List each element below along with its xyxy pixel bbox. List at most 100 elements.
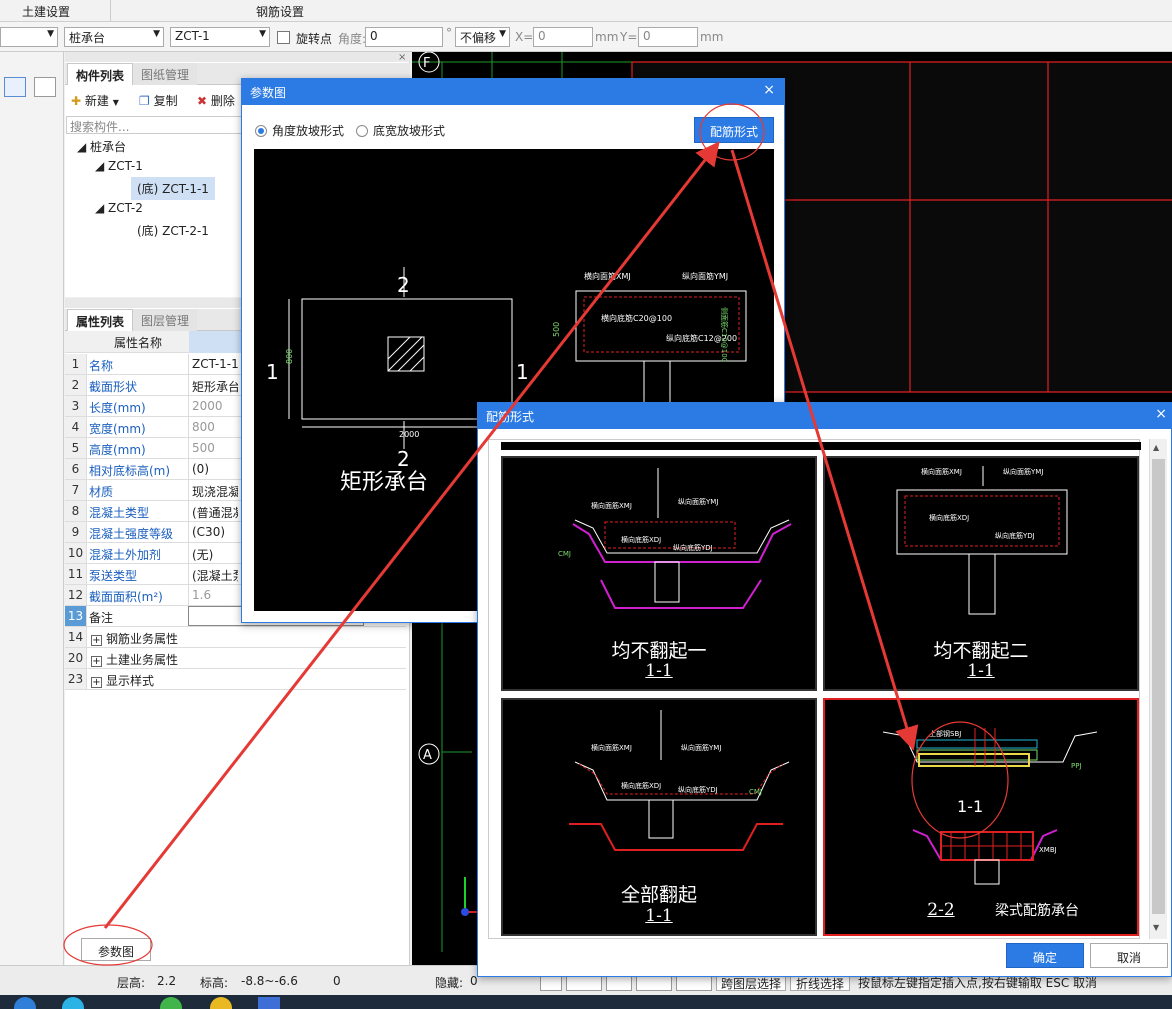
property-name: 名称 <box>89 359 114 373</box>
delete-label: 删除 <box>210 94 235 108</box>
chevron-down-icon: ▼ <box>112 98 119 107</box>
search-component-input[interactable]: 搜索构件... <box>66 116 246 134</box>
close-icon[interactable]: × <box>763 82 775 98</box>
option-4-section-1: 1-1 <box>957 797 983 816</box>
scroll-down-icon[interactable]: ▼ <box>1153 923 1159 932</box>
taskbar-app-icon[interactable] <box>210 997 232 1009</box>
dim-depth: 500 <box>552 322 561 337</box>
param-diagram-button[interactable]: 参数图 <box>81 938 151 961</box>
tree-root-label: 桩承台 <box>90 140 127 154</box>
expand-icon[interactable]: + <box>91 656 102 667</box>
offset-mode-select[interactable]: 不偏移 ▼ <box>455 27 510 47</box>
radio-width-slope[interactable]: 底宽放坡形式 <box>356 122 445 139</box>
y-input[interactable]: 0 <box>638 27 698 47</box>
chevron-down-icon: ▼ <box>47 29 54 39</box>
mm-unit-1: mm <box>595 30 619 44</box>
tab-layer-management[interactable]: 图层管理 <box>133 309 198 331</box>
draw-toolbar: ▼ 桩承台 ▼ ZCT-1 ▼ 旋转点 角度: 0 ° 不偏移 ▼ X= 0 mm Y… <box>0 22 1172 52</box>
property-group-row[interactable]: 20 + 土建业务属性 <box>65 648 406 669</box>
close-icon[interactable]: × <box>1155 406 1167 422</box>
property-value[interactable]: (普通混凝 <box>188 501 238 521</box>
tree-item-zct-1-1[interactable]: (底) ZCT-1-1 <box>131 177 215 200</box>
option-1-name: 均不翻起一 <box>611 640 707 662</box>
close-icon[interactable]: × <box>398 52 406 63</box>
radio-angle-slope[interactable]: 角度放坡形式 <box>255 122 344 139</box>
property-value[interactable]: 800 <box>188 417 238 437</box>
component-type-select[interactable]: 桩承台 ▼ <box>64 27 164 47</box>
x-input[interactable]: 0 <box>533 27 593 47</box>
radio-width-label: 底宽放坡形式 <box>373 124 446 138</box>
cancel-button[interactable]: 取消 <box>1090 943 1168 968</box>
expand-icon[interactable]: + <box>91 635 102 646</box>
axis-a-label: A <box>423 748 432 763</box>
tab-property-list[interactable]: 属性列表 <box>67 309 134 331</box>
label-top-y-rebar: 纵向面筋YMJ <box>682 271 728 281</box>
rebar-option-4-selected[interactable]: 上部钢SBJ PPJ 1-1 XMBJ 2-2 梁式配筋承台 <box>823 698 1139 936</box>
scrollbar-thumb[interactable] <box>1152 459 1165 914</box>
new-button[interactable]: ✚ 新建 ▼ <box>71 92 119 109</box>
rotate-point-checkbox[interactable] <box>277 31 290 44</box>
param-dialog-titlebar: 参数图 × <box>242 79 784 105</box>
property-value[interactable]: (混凝土泵 <box>188 564 238 584</box>
tab-component-list[interactable]: 构件列表 <box>67 63 134 85</box>
taskbar-app-icon[interactable] <box>160 997 182 1009</box>
scroll-up-icon[interactable]: ▲ <box>1153 443 1159 452</box>
component-name-value: ZCT-1 <box>175 29 210 43</box>
taskbar-app-icon[interactable] <box>14 997 36 1009</box>
option-1-xdj: 横向底筋XDJ <box>621 535 661 544</box>
vertical-scrollbar[interactable]: ▲ ▼ <box>1149 439 1167 939</box>
property-name: 备注 <box>89 611 114 625</box>
option-1-ymj: 纵向面筋YMJ <box>678 497 718 506</box>
copy-icon: ❐ <box>139 94 150 108</box>
tree-group-1-label: ZCT-1 <box>108 159 143 173</box>
detail-view-icon[interactable] <box>34 77 56 97</box>
dim-height: 800 <box>285 349 294 364</box>
property-value[interactable]: (无) <box>188 543 238 563</box>
label-bottom-x-rebar: 横向底筋C20@100 <box>601 313 672 323</box>
delete-button[interactable]: ✖ 删除 <box>197 92 235 109</box>
tree-item-zct-2-1[interactable]: (底) ZCT-2-1 <box>137 222 209 239</box>
floor-select[interactable]: ▼ <box>0 27 58 47</box>
copy-button[interactable]: ❐ 复制 <box>139 92 178 109</box>
property-value[interactable]: 1.6 <box>188 585 238 605</box>
option-2-section: 1-1 <box>967 661 995 681</box>
property-value[interactable]: 500 <box>188 438 238 458</box>
label-side-rebar: 侧面筋C10@100 <box>720 307 729 362</box>
component-name-select[interactable]: ZCT-1 ▼ <box>170 27 270 47</box>
property-value[interactable]: (C30) <box>188 522 238 542</box>
property-name: 高度(mm) <box>89 443 146 457</box>
mm-unit-2: mm <box>700 30 724 44</box>
property-value[interactable]: (0) <box>188 459 238 479</box>
property-group-row[interactable]: 23 + 显示样式 <box>65 669 406 690</box>
taskbar-app-icon[interactable] <box>62 997 84 1009</box>
rebar-option-1[interactable]: 横向面筋XMJ 纵向面筋YMJ 横向底筋XDJ 纵向底筋YDJ CMJ 均不翻起… <box>501 456 817 691</box>
property-group-row[interactable]: 14 + 钢筋业务属性 <box>65 627 406 648</box>
property-name: 材质 <box>89 485 114 499</box>
rebar-option-2[interactable]: 横向面筋XMJ 纵向面筋YMJ 横向底筋XDJ 纵向底筋YDJ 均不翻起二 1-… <box>823 456 1139 691</box>
property-value[interactable]: 矩形承台 <box>188 375 238 395</box>
angle-input[interactable]: 0 <box>365 27 443 47</box>
property-value[interactable]: 2000 <box>188 396 238 416</box>
section-1-left: 1 <box>266 360 279 384</box>
option-1-section: 1-1 <box>645 661 673 681</box>
property-value[interactable]: 现浇混凝 <box>188 480 238 500</box>
ok-button[interactable]: 确定 <box>1006 943 1084 968</box>
row-number: 14 <box>65 627 87 647</box>
tree-root[interactable]: ◢ 桩承台 <box>77 138 126 155</box>
option-2-xmj: 横向面筋XMJ <box>921 467 962 476</box>
property-value[interactable]: ZCT-1-1 <box>188 354 238 374</box>
rebar-option-3[interactable]: 横向面筋XMJ 纵向面筋YMJ 横向底筋XDJ 纵向底筋YDJ CMJ 全部翻起… <box>501 698 817 936</box>
menu-divider <box>110 0 111 22</box>
menu-civil-settings[interactable]: 土建设置 <box>22 3 70 20</box>
menu-rebar-settings[interactable]: 钢筋设置 <box>256 3 304 20</box>
taskbar-app-icon[interactable] <box>258 997 280 1009</box>
drawing-title: 矩形承台 <box>340 470 428 495</box>
rebar-form-button[interactable]: 配筋形式 <box>694 117 774 143</box>
tree-group-2[interactable]: ◢ ZCT-2 <box>95 201 143 215</box>
tab-drawing-management[interactable]: 图纸管理 <box>133 63 198 85</box>
list-view-icon[interactable] <box>4 77 26 97</box>
expand-icon[interactable]: + <box>91 677 102 688</box>
row-number: 10 <box>65 543 87 563</box>
tree-group-1[interactable]: ◢ ZCT-1 <box>95 159 143 173</box>
property-group-label: 钢筋业务属性 <box>106 632 179 646</box>
